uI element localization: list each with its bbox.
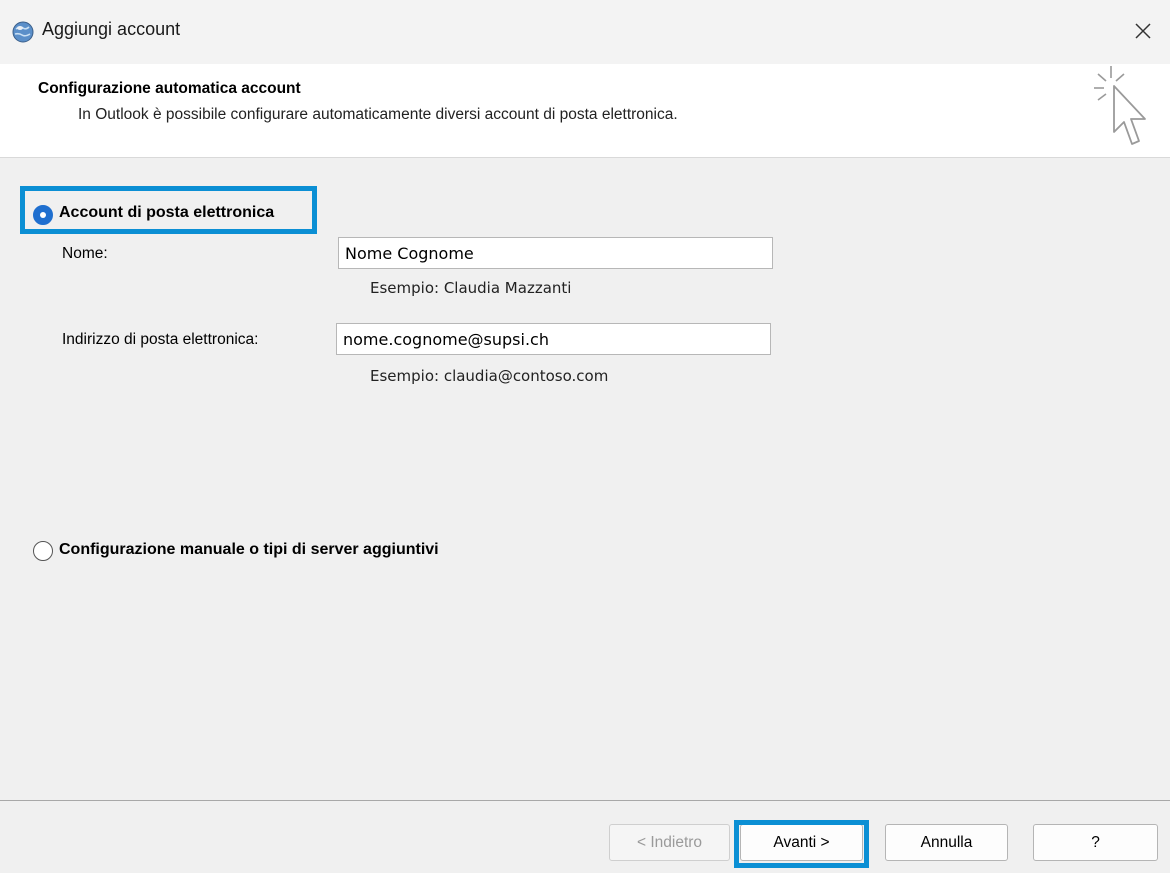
next-button-highlight [734,820,869,868]
window-title: Aggiungi account [42,19,181,39]
manual-config-label[interactable]: Configurazione manuale o tipi di server … [59,541,439,559]
name-example: Esempio: Claudia Mazzanti [370,279,572,297]
help-button[interactable]: ? [1033,824,1158,861]
wizard-header: Configurazione automatica account In Out… [0,64,1170,158]
wizard-cursor-icon [1094,66,1146,145]
back-button[interactable]: < Indietro [609,824,730,861]
footer-divider [0,800,1170,801]
name-input[interactable] [338,237,773,269]
email-input[interactable] [336,323,771,355]
email-account-label[interactable]: Account di posta elettronica [59,204,274,222]
page-title: Configurazione automatica account [38,80,301,97]
manual-config-radio[interactable] [33,541,53,561]
email-example: Esempio: claudia@contoso.com [370,367,609,385]
name-label: Nome: [62,245,108,262]
close-icon[interactable] [1126,14,1160,48]
cancel-button[interactable]: Annulla [885,824,1008,861]
title-bar: Aggiungi account [0,0,1170,64]
outlook-globe-icon [12,21,34,43]
email-label: Indirizzo di posta elettronica: [62,331,259,348]
email-account-radio[interactable] [33,205,53,225]
page-subtitle: In Outlook è possibile configurare autom… [78,106,678,123]
